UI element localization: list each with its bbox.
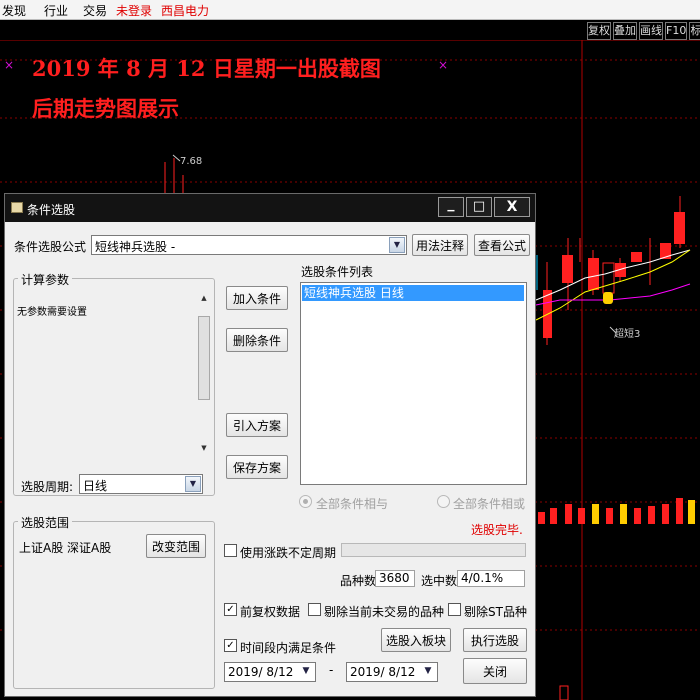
exclude-st-checkbox[interactable] bbox=[448, 603, 461, 616]
date-to-value: 2019/ 8/12 bbox=[350, 665, 416, 679]
date-from-value: 2019/ 8/12 bbox=[228, 665, 294, 679]
prior-adjust-checkbox[interactable]: ✓ bbox=[224, 603, 237, 616]
close-button[interactable]: 关闭 bbox=[463, 658, 527, 684]
minimize-button[interactable]: ▁ bbox=[438, 197, 464, 217]
count-label: 品种数 bbox=[340, 574, 377, 588]
scroll-thumb[interactable] bbox=[198, 316, 210, 400]
signal-marker bbox=[603, 292, 617, 334]
formula-label: 条件选股公式 bbox=[14, 240, 87, 254]
f10-button[interactable]: F10 bbox=[665, 22, 687, 40]
selected-label: 选中数 bbox=[421, 574, 458, 588]
progress-bar bbox=[341, 543, 526, 557]
prior-adjust-label: 前复权数据 bbox=[240, 605, 301, 619]
add-condition-button[interactable]: 加入条件 bbox=[226, 286, 288, 310]
cross-marker-right: × bbox=[438, 58, 448, 72]
use-limit-period-checkbox[interactable] bbox=[224, 544, 237, 557]
period-label: 选股周期: bbox=[21, 480, 74, 494]
exclude-untraded-label: 剔除当前未交易的品种 bbox=[324, 605, 445, 619]
scroll-down-icon[interactable]: ▼ bbox=[198, 442, 210, 454]
usage-note-button[interactable]: 用法注释 bbox=[412, 234, 468, 256]
mark-button[interactable]: 标 bbox=[689, 22, 700, 40]
menu-trade[interactable]: 交易 bbox=[83, 2, 107, 19]
condition-list-item[interactable]: 短线神兵选股 日线 bbox=[302, 285, 524, 301]
radio-all-and-label: 全部条件相与 bbox=[316, 497, 389, 511]
period-select[interactable]: 日线 ▼ bbox=[79, 474, 203, 494]
change-scope-button[interactable]: 改变范围 bbox=[146, 534, 206, 558]
close-icon: X bbox=[506, 199, 518, 215]
menu-industry[interactable]: 行业 bbox=[44, 2, 68, 19]
login-status[interactable]: 未登录 bbox=[116, 2, 152, 19]
time-range-label: 时间段内满足条件 bbox=[240, 641, 337, 655]
high-price-marker: 7.68 bbox=[180, 156, 202, 167]
condition-stock-picker-dialog: 条件选股 ▁ □ X 条件选股公式 短线神兵选股 - ▼ 用法注释 查看公式 计… bbox=[4, 193, 536, 697]
dialog-app-icon bbox=[11, 202, 23, 213]
restore-rights-button[interactable]: 复权 bbox=[587, 22, 611, 40]
use-limit-period-label: 使用涨跌不定周期 bbox=[240, 546, 337, 560]
overlay-button[interactable]: 叠加 bbox=[613, 22, 637, 40]
scope-group-title: 选股范围 bbox=[18, 514, 73, 531]
chevron-down-icon: ▼ bbox=[420, 664, 436, 680]
top-menu-bar: 发现 行业 交易 未登录 西昌电力 bbox=[0, 0, 700, 20]
exclude-untraded-checkbox[interactable] bbox=[308, 603, 321, 616]
count-field: 3680 bbox=[375, 570, 415, 587]
execute-button[interactable]: 执行选股 bbox=[463, 628, 527, 652]
formula-select[interactable]: 短线神兵选股 - ▼ bbox=[91, 235, 407, 255]
import-scheme-button[interactable]: 引入方案 bbox=[226, 413, 288, 437]
cross-marker-left: × bbox=[4, 58, 14, 72]
close-window-button[interactable]: X bbox=[494, 197, 530, 217]
condition-list[interactable]: 短线神兵选股 日线 bbox=[300, 282, 527, 485]
radio-all-or[interactable] bbox=[437, 495, 450, 508]
chart-title-line1: 2019 年 8 月 12 日星期一出股截图 bbox=[32, 56, 381, 81]
view-formula-button[interactable]: 查看公式 bbox=[474, 234, 530, 256]
time-range-checkbox[interactable]: ✓ bbox=[224, 639, 237, 652]
date-to-picker[interactable]: 2019/ 8/12 ▼ bbox=[346, 662, 438, 682]
params-group-title: 计算参数 bbox=[18, 271, 73, 288]
add-to-block-button[interactable]: 选股入板块 bbox=[381, 628, 451, 652]
exclude-st-label: 剔除ST品种 bbox=[464, 605, 527, 619]
radio-all-or-label: 全部条件相或 bbox=[453, 497, 526, 511]
period-value: 日线 bbox=[83, 479, 108, 493]
chevron-down-icon: ▼ bbox=[298, 664, 314, 680]
selected-field: 4/0.1% bbox=[457, 570, 525, 587]
date-from-picker[interactable]: 2019/ 8/12 ▼ bbox=[224, 662, 316, 682]
dialog-title: 条件选股 bbox=[27, 203, 76, 217]
status-text: 选股完毕. bbox=[471, 523, 523, 537]
params-text: 无参数需要设置 bbox=[17, 307, 87, 318]
stock-name: 西昌电力 bbox=[161, 4, 210, 18]
signal-label: 超短3 bbox=[614, 327, 640, 340]
formula-value: 短线神兵选股 - bbox=[95, 240, 176, 254]
maximize-button[interactable]: □ bbox=[466, 197, 492, 217]
scope-value: 上证A股 深证A股 bbox=[19, 541, 112, 555]
dialog-titlebar[interactable]: 条件选股 ▁ □ X bbox=[5, 194, 535, 222]
chevron-down-icon: ▼ bbox=[389, 237, 405, 253]
maximize-icon: □ bbox=[472, 199, 486, 214]
radio-all-and[interactable] bbox=[299, 495, 312, 508]
date-separator: - bbox=[329, 663, 334, 677]
draw-line-button[interactable]: 画线 bbox=[639, 22, 663, 40]
minimize-icon: ▁ bbox=[447, 202, 455, 212]
scroll-up-icon[interactable]: ▲ bbox=[198, 292, 210, 304]
chevron-down-icon: ▼ bbox=[185, 476, 201, 492]
menu-discover[interactable]: 发现 bbox=[2, 2, 26, 19]
chart-title-line2: 后期走势图展示 bbox=[32, 96, 179, 121]
candles-right bbox=[536, 196, 685, 345]
condition-list-label: 选股条件列表 bbox=[301, 265, 374, 279]
remove-condition-button[interactable]: 删除条件 bbox=[226, 328, 288, 352]
save-scheme-button[interactable]: 保存方案 bbox=[226, 455, 288, 479]
params-scrollbar[interactable]: ▲ ▼ bbox=[197, 292, 211, 456]
volume-bars bbox=[538, 498, 695, 700]
